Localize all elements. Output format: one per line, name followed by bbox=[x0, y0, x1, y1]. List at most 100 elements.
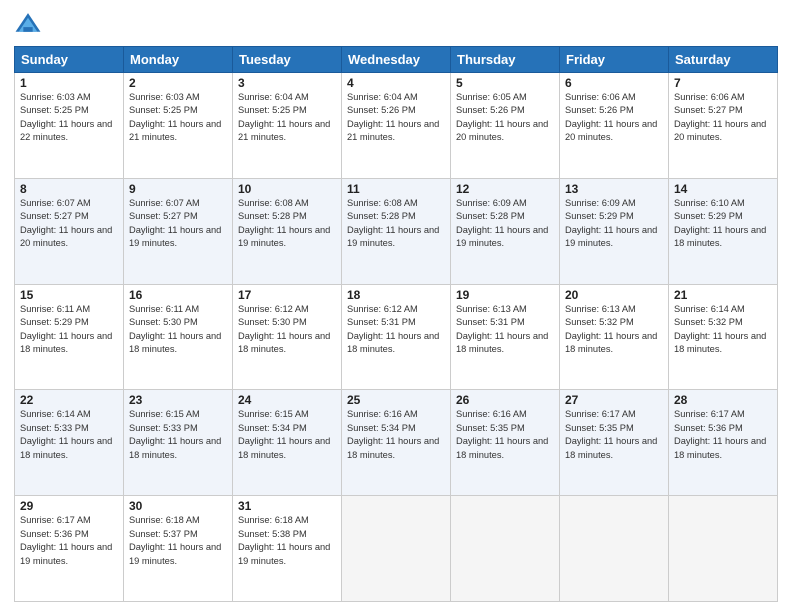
day-info: Sunrise: 6:13 AM Sunset: 5:31 PM Dayligh… bbox=[456, 303, 554, 357]
daylight-label: Daylight: 11 hours and 18 minutes. bbox=[674, 225, 766, 248]
sunrise-label: Sunrise: 6:12 AM bbox=[347, 304, 418, 314]
sunset-label: Sunset: 5:33 PM bbox=[129, 423, 198, 433]
day-number: 12 bbox=[456, 182, 554, 196]
day-info: Sunrise: 6:16 AM Sunset: 5:35 PM Dayligh… bbox=[456, 408, 554, 462]
header bbox=[14, 10, 778, 38]
daylight-label: Daylight: 11 hours and 18 minutes. bbox=[238, 436, 330, 459]
sunrise-label: Sunrise: 6:17 AM bbox=[565, 409, 636, 419]
day-info: Sunrise: 6:11 AM Sunset: 5:30 PM Dayligh… bbox=[129, 303, 227, 357]
day-info: Sunrise: 6:15 AM Sunset: 5:34 PM Dayligh… bbox=[238, 408, 336, 462]
daylight-label: Daylight: 11 hours and 20 minutes. bbox=[565, 119, 657, 142]
daylight-label: Daylight: 11 hours and 18 minutes. bbox=[238, 331, 330, 354]
calendar-day: 6 Sunrise: 6:06 AM Sunset: 5:26 PM Dayli… bbox=[560, 73, 669, 179]
day-number: 13 bbox=[565, 182, 663, 196]
calendar-day: 26 Sunrise: 6:16 AM Sunset: 5:35 PM Dayl… bbox=[451, 390, 560, 496]
sunset-label: Sunset: 5:28 PM bbox=[238, 211, 307, 221]
sunset-label: Sunset: 5:35 PM bbox=[565, 423, 634, 433]
sunset-label: Sunset: 5:31 PM bbox=[456, 317, 525, 327]
daylight-label: Daylight: 11 hours and 18 minutes. bbox=[20, 436, 112, 459]
day-number: 22 bbox=[20, 393, 118, 407]
day-number: 8 bbox=[20, 182, 118, 196]
day-number: 18 bbox=[347, 288, 445, 302]
calendar-day: 8 Sunrise: 6:07 AM Sunset: 5:27 PM Dayli… bbox=[15, 178, 124, 284]
sunrise-label: Sunrise: 6:11 AM bbox=[129, 304, 199, 314]
sunset-label: Sunset: 5:25 PM bbox=[20, 105, 89, 115]
sunset-label: Sunset: 5:38 PM bbox=[238, 529, 307, 539]
daylight-label: Daylight: 11 hours and 18 minutes. bbox=[674, 331, 766, 354]
day-number: 30 bbox=[129, 499, 227, 513]
sunset-label: Sunset: 5:35 PM bbox=[456, 423, 525, 433]
day-of-week-header: Monday bbox=[124, 47, 233, 73]
day-number: 1 bbox=[20, 76, 118, 90]
day-info: Sunrise: 6:13 AM Sunset: 5:32 PM Dayligh… bbox=[565, 303, 663, 357]
sunset-label: Sunset: 5:27 PM bbox=[20, 211, 89, 221]
daylight-label: Daylight: 11 hours and 19 minutes. bbox=[20, 542, 112, 565]
sunrise-label: Sunrise: 6:03 AM bbox=[129, 92, 200, 102]
empty-cell bbox=[451, 496, 560, 602]
sunrise-label: Sunrise: 6:15 AM bbox=[238, 409, 309, 419]
sunrise-label: Sunrise: 6:11 AM bbox=[20, 304, 90, 314]
day-number: 3 bbox=[238, 76, 336, 90]
day-info: Sunrise: 6:08 AM Sunset: 5:28 PM Dayligh… bbox=[238, 197, 336, 251]
calendar-day: 31 Sunrise: 6:18 AM Sunset: 5:38 PM Dayl… bbox=[233, 496, 342, 602]
sunset-label: Sunset: 5:36 PM bbox=[20, 529, 89, 539]
day-info: Sunrise: 6:03 AM Sunset: 5:25 PM Dayligh… bbox=[20, 91, 118, 145]
day-info: Sunrise: 6:10 AM Sunset: 5:29 PM Dayligh… bbox=[674, 197, 772, 251]
sunrise-label: Sunrise: 6:09 AM bbox=[456, 198, 527, 208]
sunset-label: Sunset: 5:30 PM bbox=[238, 317, 307, 327]
day-info: Sunrise: 6:11 AM Sunset: 5:29 PM Dayligh… bbox=[20, 303, 118, 357]
logo bbox=[14, 10, 46, 38]
calendar-day: 5 Sunrise: 6:05 AM Sunset: 5:26 PM Dayli… bbox=[451, 73, 560, 179]
day-number: 24 bbox=[238, 393, 336, 407]
daylight-label: Daylight: 11 hours and 18 minutes. bbox=[565, 436, 657, 459]
calendar-day: 20 Sunrise: 6:13 AM Sunset: 5:32 PM Dayl… bbox=[560, 284, 669, 390]
day-info: Sunrise: 6:07 AM Sunset: 5:27 PM Dayligh… bbox=[20, 197, 118, 251]
daylight-label: Daylight: 11 hours and 19 minutes. bbox=[238, 542, 330, 565]
sunset-label: Sunset: 5:29 PM bbox=[565, 211, 634, 221]
daylight-label: Daylight: 11 hours and 19 minutes. bbox=[129, 542, 221, 565]
sunrise-label: Sunrise: 6:18 AM bbox=[238, 515, 309, 525]
daylight-label: Daylight: 11 hours and 18 minutes. bbox=[347, 436, 439, 459]
day-info: Sunrise: 6:16 AM Sunset: 5:34 PM Dayligh… bbox=[347, 408, 445, 462]
day-info: Sunrise: 6:07 AM Sunset: 5:27 PM Dayligh… bbox=[129, 197, 227, 251]
sunrise-label: Sunrise: 6:13 AM bbox=[565, 304, 636, 314]
calendar-day: 22 Sunrise: 6:14 AM Sunset: 5:33 PM Dayl… bbox=[15, 390, 124, 496]
day-number: 15 bbox=[20, 288, 118, 302]
day-number: 7 bbox=[674, 76, 772, 90]
calendar-day: 10 Sunrise: 6:08 AM Sunset: 5:28 PM Dayl… bbox=[233, 178, 342, 284]
day-info: Sunrise: 6:04 AM Sunset: 5:25 PM Dayligh… bbox=[238, 91, 336, 145]
day-number: 19 bbox=[456, 288, 554, 302]
sunrise-label: Sunrise: 6:17 AM bbox=[674, 409, 745, 419]
day-of-week-header: Thursday bbox=[451, 47, 560, 73]
day-number: 20 bbox=[565, 288, 663, 302]
daylight-label: Daylight: 11 hours and 18 minutes. bbox=[20, 331, 112, 354]
sunrise-label: Sunrise: 6:03 AM bbox=[20, 92, 91, 102]
day-number: 2 bbox=[129, 76, 227, 90]
sunset-label: Sunset: 5:25 PM bbox=[238, 105, 307, 115]
day-info: Sunrise: 6:09 AM Sunset: 5:28 PM Dayligh… bbox=[456, 197, 554, 251]
sunrise-label: Sunrise: 6:06 AM bbox=[674, 92, 745, 102]
sunrise-label: Sunrise: 6:04 AM bbox=[347, 92, 418, 102]
calendar-day: 9 Sunrise: 6:07 AM Sunset: 5:27 PM Dayli… bbox=[124, 178, 233, 284]
day-of-week-header: Tuesday bbox=[233, 47, 342, 73]
calendar-day: 3 Sunrise: 6:04 AM Sunset: 5:25 PM Dayli… bbox=[233, 73, 342, 179]
day-info: Sunrise: 6:05 AM Sunset: 5:26 PM Dayligh… bbox=[456, 91, 554, 145]
empty-cell bbox=[669, 496, 778, 602]
daylight-label: Daylight: 11 hours and 21 minutes. bbox=[238, 119, 330, 142]
calendar-day: 24 Sunrise: 6:15 AM Sunset: 5:34 PM Dayl… bbox=[233, 390, 342, 496]
day-number: 29 bbox=[20, 499, 118, 513]
calendar-day: 2 Sunrise: 6:03 AM Sunset: 5:25 PM Dayli… bbox=[124, 73, 233, 179]
sunset-label: Sunset: 5:37 PM bbox=[129, 529, 198, 539]
daylight-label: Daylight: 11 hours and 22 minutes. bbox=[20, 119, 112, 142]
day-of-week-header: Sunday bbox=[15, 47, 124, 73]
sunset-label: Sunset: 5:33 PM bbox=[20, 423, 89, 433]
daylight-label: Daylight: 11 hours and 19 minutes. bbox=[347, 225, 439, 248]
sunset-label: Sunset: 5:26 PM bbox=[347, 105, 416, 115]
calendar-day: 17 Sunrise: 6:12 AM Sunset: 5:30 PM Dayl… bbox=[233, 284, 342, 390]
calendar-table: SundayMondayTuesdayWednesdayThursdayFrid… bbox=[14, 46, 778, 602]
sunset-label: Sunset: 5:36 PM bbox=[674, 423, 743, 433]
day-info: Sunrise: 6:14 AM Sunset: 5:32 PM Dayligh… bbox=[674, 303, 772, 357]
day-number: 21 bbox=[674, 288, 772, 302]
calendar-day: 4 Sunrise: 6:04 AM Sunset: 5:26 PM Dayli… bbox=[342, 73, 451, 179]
day-info: Sunrise: 6:06 AM Sunset: 5:26 PM Dayligh… bbox=[565, 91, 663, 145]
